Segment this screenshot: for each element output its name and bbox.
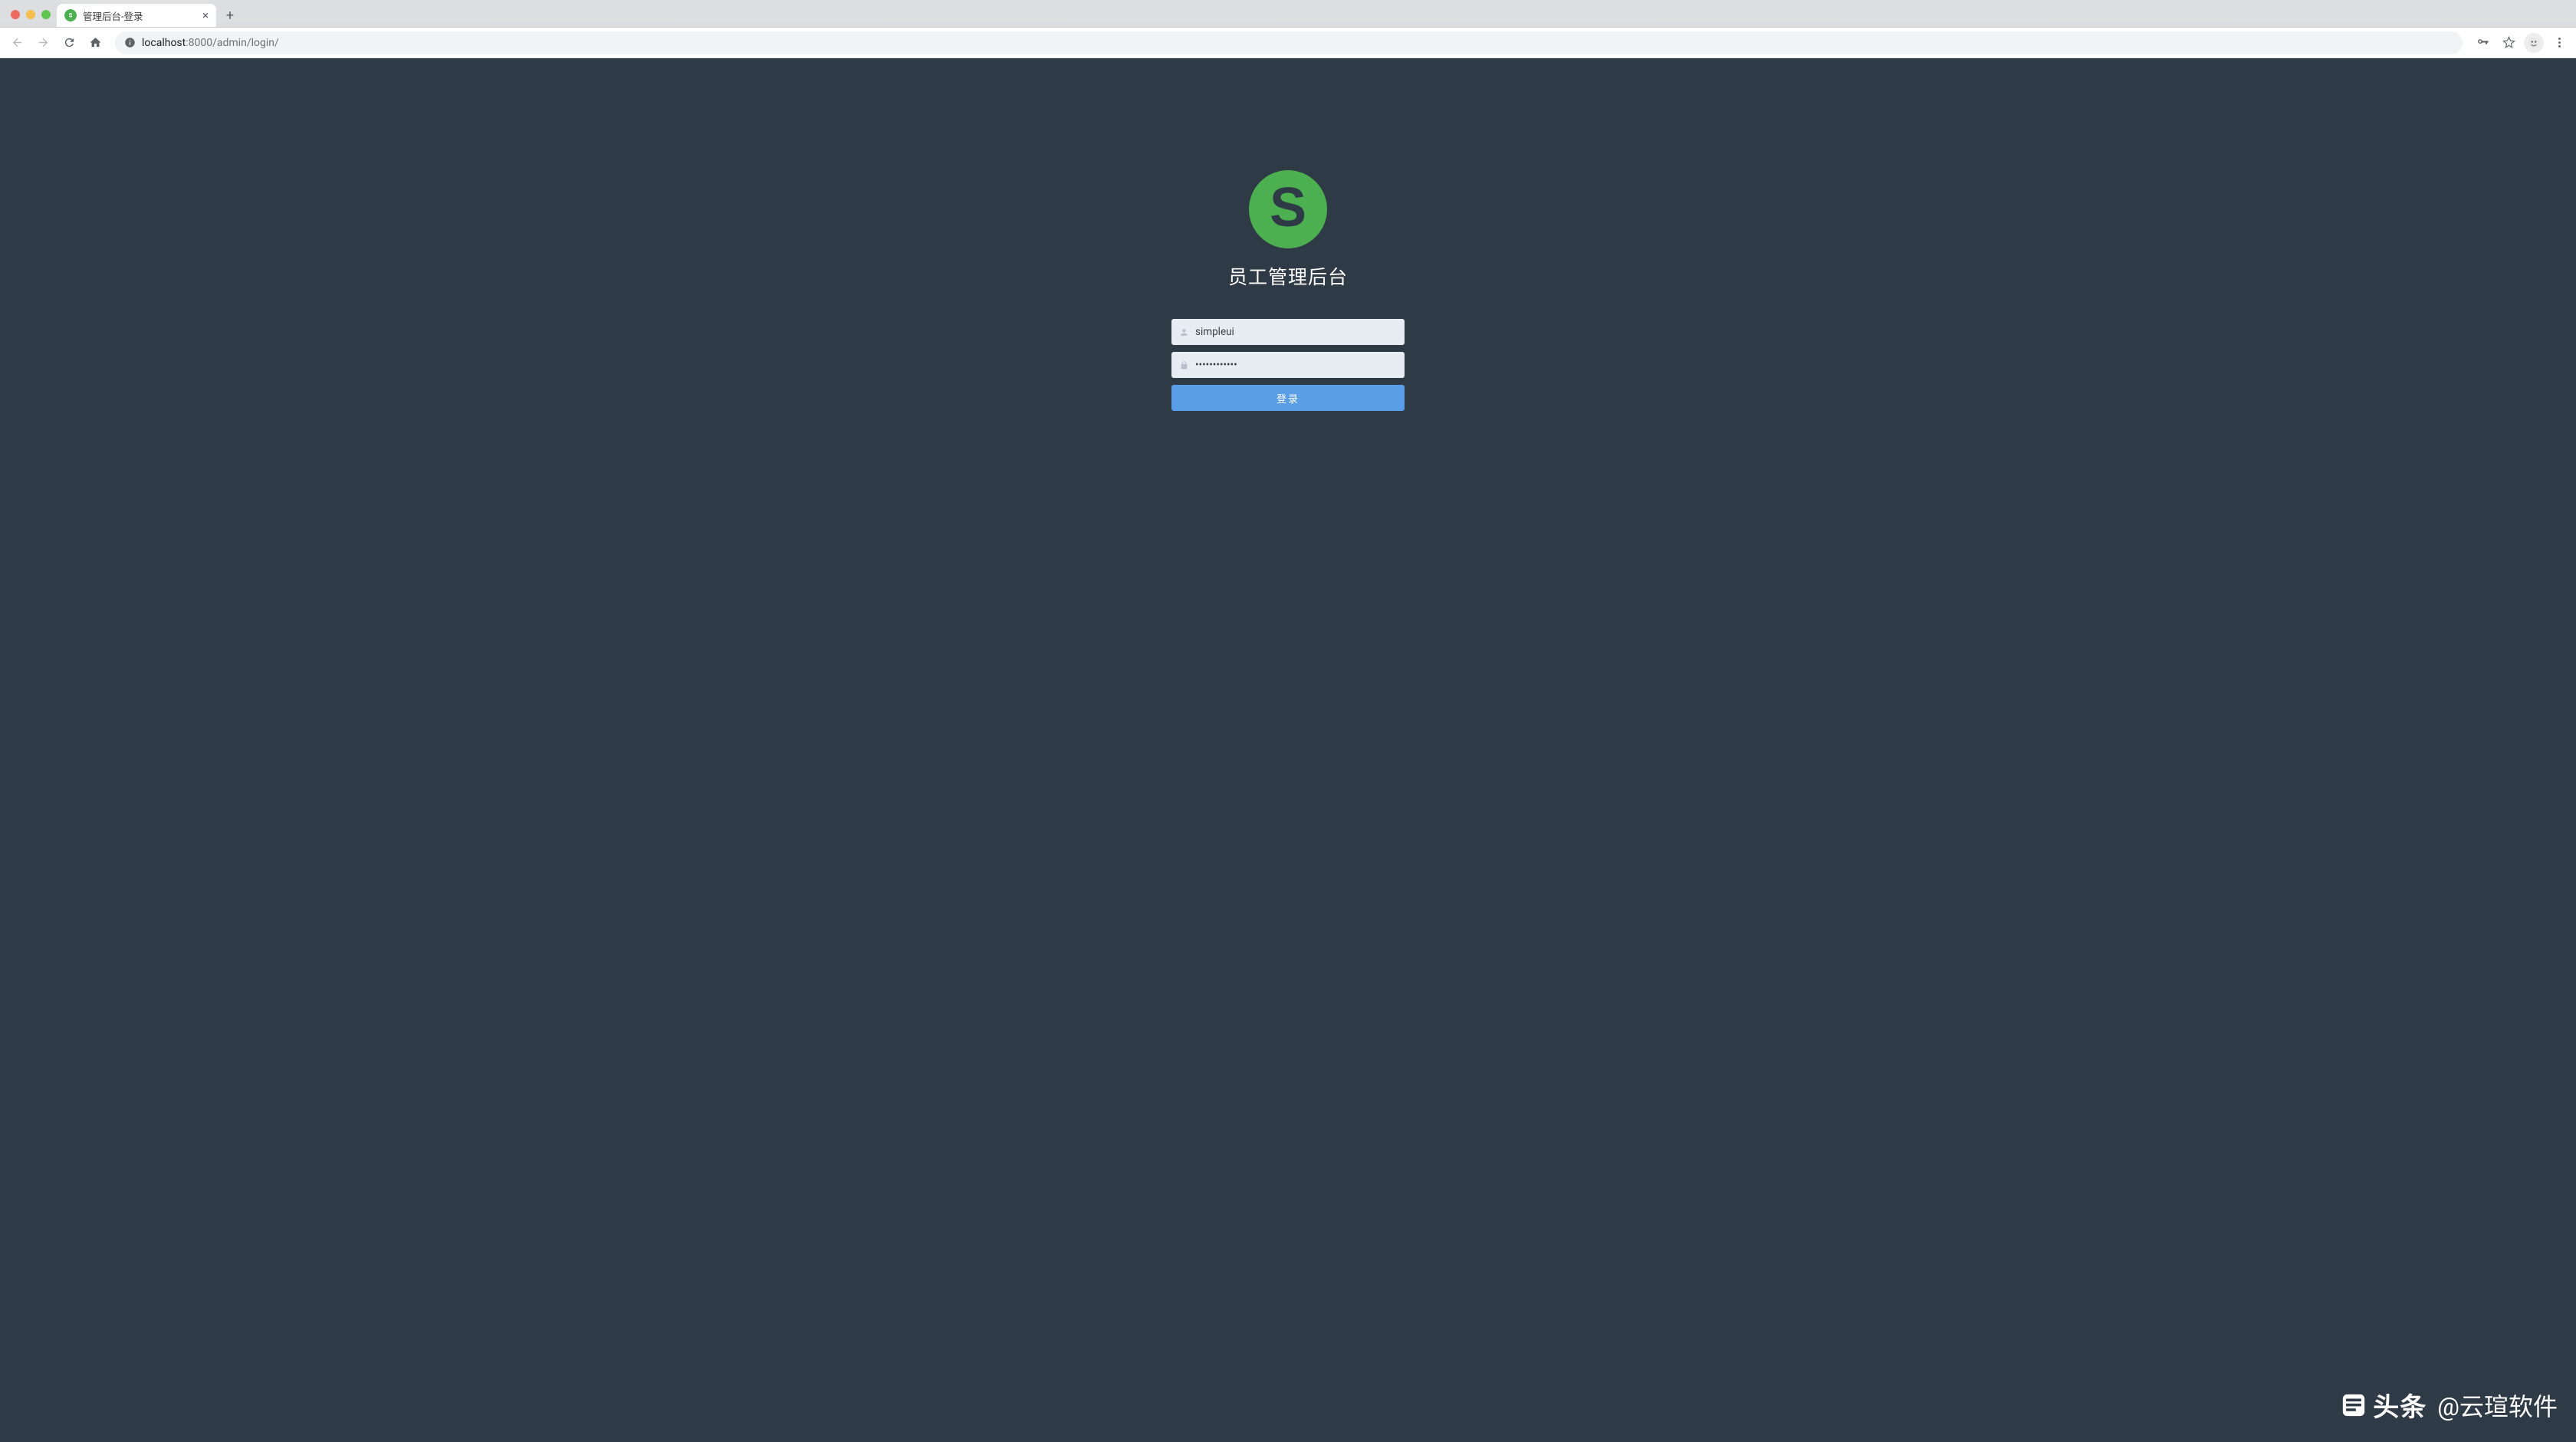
login-form: S 员工管理后台 登录: [1171, 170, 1405, 1442]
url-text: localhost:8000/admin/login/: [142, 37, 279, 49]
forward-button[interactable]: [32, 32, 54, 54]
watermark-author: @云瑄软件: [2437, 1388, 2558, 1423]
login-title: 员工管理后台: [1228, 262, 1348, 290]
tab-favicon-icon: S: [64, 9, 77, 21]
username-row: [1171, 319, 1405, 345]
app-logo-letter: S: [1270, 180, 1306, 235]
window-controls: [6, 10, 57, 27]
address-bar[interactable]: localhost:8000/admin/login/: [115, 31, 2463, 54]
lock-icon: [1179, 360, 1189, 370]
toutiao-icon: [2341, 1392, 2367, 1418]
password-key-icon[interactable]: [2472, 32, 2493, 54]
browser-tab[interactable]: S 管理后台-登录 ×: [57, 4, 216, 27]
page-content: S 员工管理后台 登录 头条 @云瑄软件: [0, 58, 2576, 1442]
home-button[interactable]: [84, 32, 106, 54]
new-tab-button[interactable]: +: [219, 5, 241, 26]
tab-close-button[interactable]: ×: [202, 10, 209, 21]
browser-tab-strip: S 管理后台-登录 × +: [0, 0, 2576, 28]
browser-toolbar: localhost:8000/admin/login/: [0, 28, 2576, 58]
password-input[interactable]: [1195, 359, 1397, 371]
site-info-icon: [124, 37, 136, 48]
bookmark-star-icon[interactable]: [2498, 32, 2519, 54]
profile-avatar-icon[interactable]: [2524, 33, 2544, 53]
window-close-button[interactable]: [11, 10, 20, 19]
watermark-brand: 头条: [2373, 1386, 2426, 1424]
password-row: [1171, 352, 1405, 378]
username-input[interactable]: [1195, 326, 1397, 338]
user-icon: [1179, 327, 1189, 337]
reload-button[interactable]: [58, 32, 80, 54]
tab-title: 管理后台-登录: [83, 8, 196, 23]
browser-menu-button[interactable]: [2548, 32, 2570, 54]
back-button[interactable]: [6, 32, 28, 54]
watermark: 头条 @云瑄软件: [2341, 1386, 2558, 1424]
window-maximize-button[interactable]: [41, 10, 51, 19]
app-logo-icon: S: [1249, 170, 1327, 248]
login-button[interactable]: 登录: [1171, 385, 1405, 411]
window-minimize-button[interactable]: [26, 10, 35, 19]
svg-text:S: S: [69, 12, 73, 19]
